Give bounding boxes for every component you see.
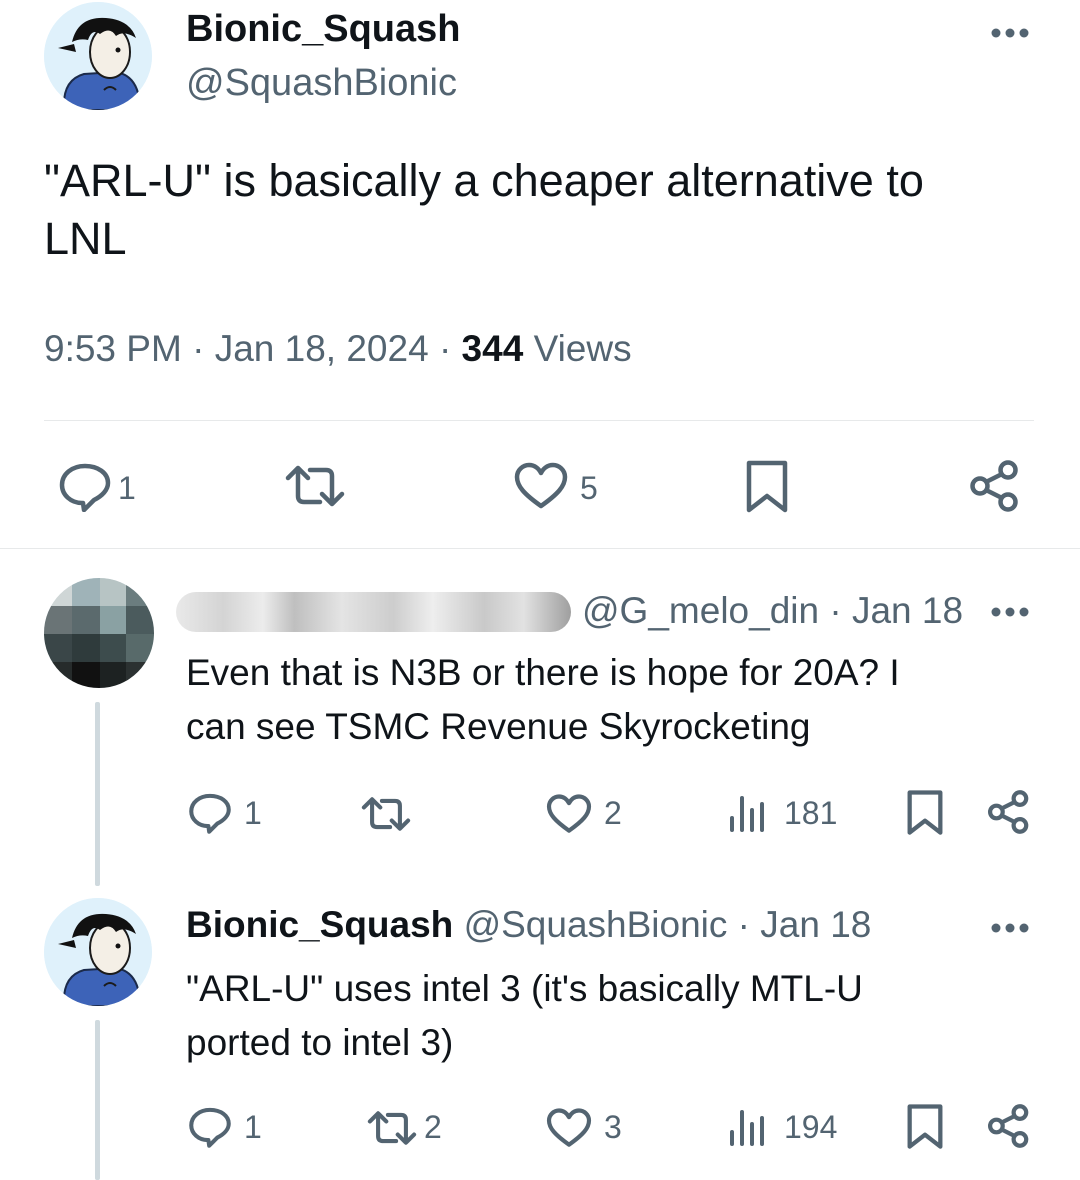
views-label: Views [533,328,632,369]
tweet-date[interactable]: Jan 18, 2024 [215,328,429,369]
tweet-text-line: LNL [44,213,127,264]
tweet-text-line: "ARL-U" is basically a cheaper alternati… [44,155,924,206]
share-icon[interactable] [970,460,1020,517]
reply-date[interactable]: Jan 18 [852,590,963,631]
thread-line [95,1020,100,1180]
reply-icon[interactable] [58,462,112,517]
tweet-time[interactable]: 9:53 PM [44,328,182,369]
views-count[interactable]: 344 [462,328,524,369]
bookmark-icon[interactable] [745,460,789,519]
user-handle[interactable]: @SquashBionic [186,62,457,105]
reply-text-line: ported to intel 3) [186,1022,454,1063]
more-icon[interactable] [990,605,1030,623]
user-handle[interactable]: @SquashBionic [464,904,728,945]
divider [44,420,1034,421]
retweet-icon[interactable] [360,796,412,837]
separator: · [737,904,750,945]
tweet-text: "ARL-U" is basically a cheaper alternati… [44,152,924,268]
display-name[interactable]: Bionic_Squash [186,8,461,51]
like-count: 3 [604,1109,622,1145]
reply-icon[interactable] [188,1106,232,1153]
reply-count: 1 [244,795,262,831]
views-count: 181 [784,795,838,831]
divider [0,548,1080,549]
separator: · [192,328,205,369]
views-icon[interactable] [728,1108,768,1151]
like-count: 5 [580,470,598,506]
reply-text-line: "ARL-U" uses intel 3 (it's basically MTL… [186,968,863,1009]
avatar[interactable] [44,2,152,110]
avatar[interactable] [44,898,152,1006]
reply-header: Bionic_Squash @SquashBionic · Jan 18 [186,904,871,946]
avatar-image-blurred [44,578,154,688]
retweet-icon[interactable] [366,1110,418,1151]
avatar-image [44,898,152,1006]
like-count: 2 [604,795,622,831]
views-count: 194 [784,1109,838,1145]
reply-header: @G_melo_din · Jan 18 [582,590,963,632]
reply-icon[interactable] [188,792,232,839]
display-name[interactable]: Bionic_Squash [186,904,453,945]
like-icon[interactable] [514,462,568,515]
like-icon[interactable] [546,794,592,839]
retweet-count: 2 [424,1109,442,1145]
reply-text-line: Even that is N3B or there is hope for 20… [186,652,900,693]
reply-text: "ARL-U" uses intel 3 (it's basically MTL… [186,962,863,1070]
like-icon[interactable] [546,1108,592,1153]
reply-text-line: can see TSMC Revenue Skyrocketing [186,706,811,747]
avatar[interactable] [44,578,154,688]
share-icon[interactable] [988,790,1030,839]
user-handle[interactable]: @G_melo_din [582,590,819,631]
retweet-icon[interactable] [284,464,346,513]
reply-count: 1 [118,470,136,506]
views-icon[interactable] [728,794,768,837]
reply-text: Even that is N3B or there is hope for 20… [186,646,900,754]
separator: · [438,328,452,369]
reply-count: 1 [244,1109,262,1145]
tweet-meta: 9:53 PM · Jan 18, 2024 · 344 Views [44,328,632,370]
blurred-display-name [176,592,571,632]
bookmark-icon[interactable] [906,1104,944,1155]
avatar-image [44,2,152,110]
more-icon[interactable] [990,26,1030,44]
bookmark-icon[interactable] [906,790,944,841]
share-icon[interactable] [988,1104,1030,1153]
thread-line [95,702,100,886]
reply-date[interactable]: Jan 18 [760,904,871,945]
more-icon[interactable] [990,921,1030,939]
separator: · [829,590,842,631]
